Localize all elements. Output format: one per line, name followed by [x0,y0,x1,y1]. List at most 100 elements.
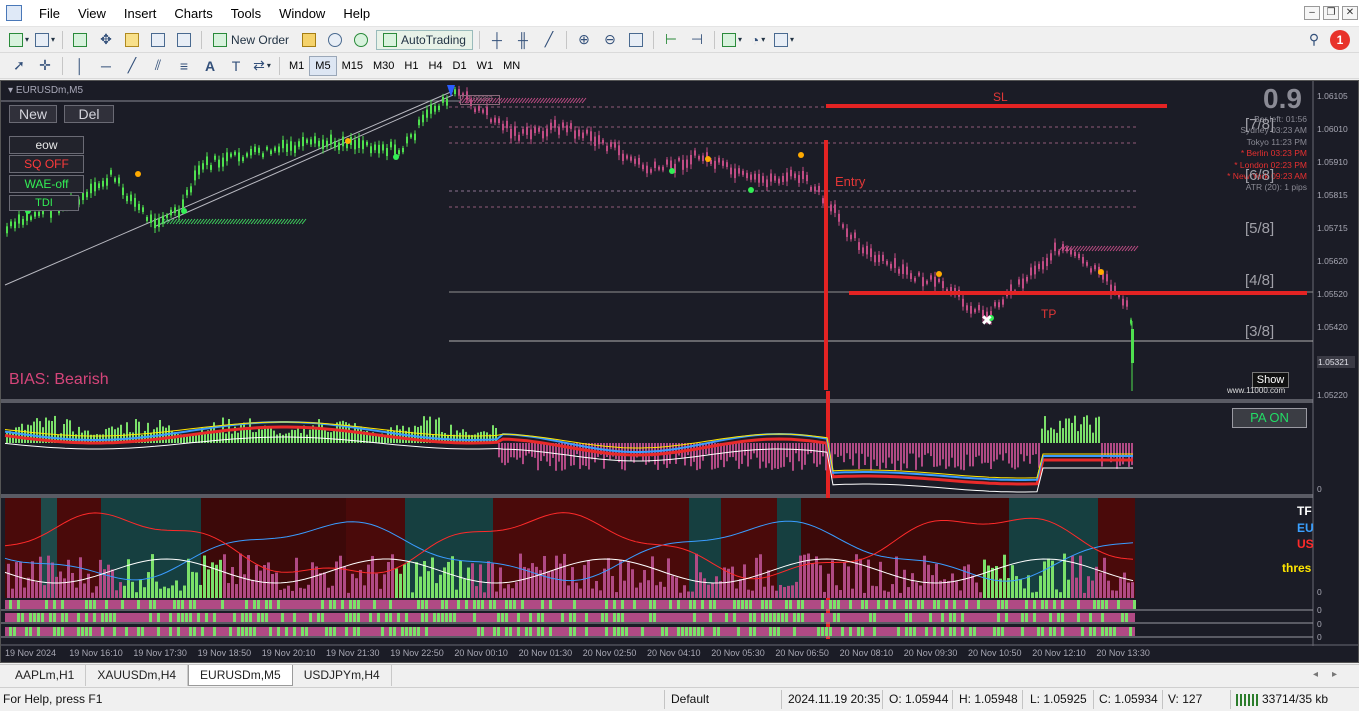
tab-xauusdm-h4[interactable]: XAUUSDm,H4 [86,665,189,686]
equidistant-channel-icon[interactable]: ⫽ [147,56,169,76]
periods-icon[interactable]: ◔ ▾ [747,30,769,50]
timeframe-h1[interactable]: H1 [399,56,423,76]
candlestick-icon[interactable]: ╫ [512,30,534,50]
tab-usdjpym-h4[interactable]: USDJPYm,H4 [293,665,392,686]
new-button[interactable]: New [9,105,57,123]
murray-level-3-8: [3/8] [1245,323,1275,340]
terminal-icon[interactable] [147,30,169,50]
close-icon[interactable]: ✕ [1342,6,1358,20]
trendline-icon[interactable]: ╱ [121,56,143,76]
vertical-line-icon[interactable]: │ [69,56,91,76]
strength-strip-cell [241,613,244,622]
indicators-icon[interactable]: ▾ [721,30,743,50]
pa-on-button[interactable]: PA ON [1232,408,1307,428]
menu-charts[interactable]: Charts [165,0,221,27]
text-icon[interactable]: A [199,56,221,76]
eow-button[interactable]: eow [9,136,84,154]
market-watch-icon[interactable] [69,30,91,50]
search-icon[interactable]: ⚲ [1303,30,1325,50]
strength-bar [483,592,486,598]
timeframe-m30[interactable]: M30 [368,56,399,76]
minimize-icon[interactable]: ‒ [1304,6,1320,20]
strength-bar [203,555,206,598]
arrows-icon[interactable]: ⇄ ▾ [251,56,273,76]
candle-body [370,146,372,154]
timeframe-w1[interactable]: W1 [472,56,499,76]
timeframe-h4[interactable]: H4 [423,56,447,76]
wae-off-button[interactable]: WAE-off [9,175,84,193]
strategy-tester-icon[interactable] [173,30,195,50]
menu-insert[interactable]: Insert [115,0,166,27]
strength-bar [595,580,598,598]
strength-bar [159,588,162,598]
strength-strip-cell [453,613,456,622]
horizontal-line-icon[interactable]: ─ [95,56,117,76]
strength-bar [611,576,614,598]
fibonacci-icon[interactable]: ≡ [173,56,195,76]
tile-windows-icon[interactable] [625,30,647,50]
menu-file[interactable]: File [30,0,69,27]
strength-strip-cell [505,613,508,622]
candle-body [478,106,480,111]
candle-body [314,136,316,144]
menu-view[interactable]: View [69,0,115,27]
tab-eurusdm-m5[interactable]: EURUSDm,M5 [188,665,293,686]
candle-body [822,198,824,204]
strength-strip-cell [405,613,408,622]
strength-bar [515,582,518,598]
bar-chart-icon[interactable]: ┼ [486,30,508,50]
navigator-icon[interactable] [121,30,143,50]
crosshair-icon[interactable]: ✛ [34,56,56,76]
signals-icon[interactable] [324,30,346,50]
tab-scroll-arrows-icon[interactable]: ◂▸ [1313,669,1351,680]
profiles-icon[interactable]: ▾ [34,30,56,50]
line-chart-icon[interactable]: ╱ [538,30,560,50]
text-label-icon[interactable]: T [225,56,247,76]
new-chart-icon[interactable]: ▾ [8,30,30,50]
menu-help[interactable]: Help [334,0,379,27]
tdi-button[interactable]: TDI [9,195,79,211]
candle-body [850,234,852,240]
menu-tools[interactable]: Tools [222,0,270,27]
menu-window[interactable]: Window [270,0,334,27]
data-window-icon[interactable]: ✥ [95,30,117,50]
zoom-in-icon[interactable]: ⊕ [573,30,595,50]
chart-window[interactable]: ✖ ▾ EURUSDm,M5 New Del eow SQ OFF WAE-of… [0,80,1359,663]
strength-strip-cell [253,627,256,636]
restore-icon[interactable]: ❐ [1323,6,1339,20]
strength-bar [239,553,242,598]
timeframe-m5[interactable]: M5 [309,55,337,76]
autotrading-icon [383,32,398,47]
templates-icon[interactable]: ▾ [773,30,795,50]
strength-strip-cell [253,600,256,609]
strength-bar [895,556,898,598]
tab-aaplm-h1[interactable]: AAPLm,H1 [4,665,87,686]
strength-bar [347,592,350,598]
strength-strip-cell [1125,613,1128,622]
autotrading-button[interactable]: AutoTrading [376,29,473,50]
candle-body [258,147,260,153]
autoscroll-icon[interactable]: ⊢ [660,30,682,50]
timeframe-mn[interactable]: MN [498,56,525,76]
del-button[interactable]: Del [64,105,114,123]
strength-strip-cell [193,600,196,609]
metaeditor-icon[interactable] [298,30,320,50]
strength-bar [291,590,294,598]
strength-strip-cell [21,613,24,622]
zoom-out-icon[interactable]: ⊖ [599,30,621,50]
strength-strip-cell [549,627,552,636]
strength-strip-cell [713,600,716,609]
notification-badge[interactable]: 1 [1330,30,1350,50]
cursor-icon[interactable]: ➚ [8,56,30,76]
new-order-button[interactable]: New Order [208,30,294,50]
timeframe-d1[interactable]: D1 [448,56,472,76]
candle-body [758,173,760,183]
market-icon[interactable] [350,30,372,50]
sq-off-button[interactable]: SQ OFF [9,155,84,173]
timeframe-m1[interactable]: M1 [284,56,309,76]
chart-canvas[interactable]: ✖ [1,81,1358,662]
chart-shift-icon[interactable]: ⊣ [686,30,708,50]
strength-strip-cell [621,613,624,622]
strength-strip-cell [177,613,180,622]
timeframe-m15[interactable]: M15 [337,56,368,76]
